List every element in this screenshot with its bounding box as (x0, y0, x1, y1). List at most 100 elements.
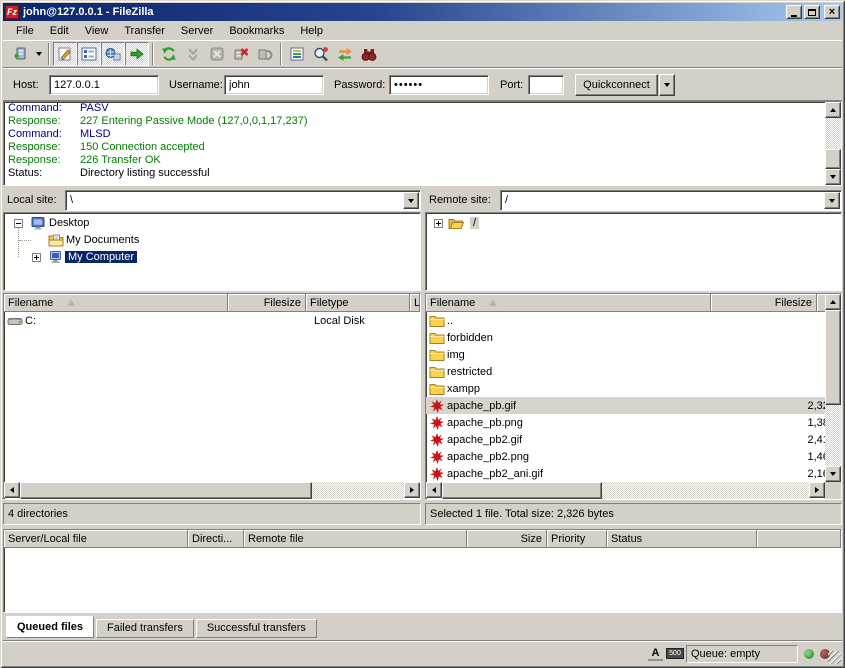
menu-server[interactable]: Server (173, 23, 221, 39)
host-input[interactable] (49, 75, 159, 95)
file-row[interactable]: apache_pb2_ani.gif2,160 (426, 465, 841, 482)
tree-item-desktop[interactable]: Desktop (4, 215, 420, 232)
file-row-c-drive[interactable]: C: Local Disk (4, 312, 420, 329)
column-header-server-local-file[interactable]: Server/Local file (4, 530, 188, 548)
disconnect-icon (233, 46, 249, 62)
close-button[interactable]: × (824, 5, 840, 19)
username-input[interactable] (224, 75, 324, 95)
site-manager-dropdown[interactable] (32, 42, 45, 66)
file-row[interactable]: apache_pb2.gif2,414 (426, 431, 841, 448)
menu-help[interactable]: Help (292, 23, 331, 39)
file-name: C: (25, 315, 230, 327)
toggle-local-tree-button[interactable] (77, 42, 101, 66)
menu-file[interactable]: File (8, 23, 42, 39)
queue-tabs: Queued files Failed transfers Successful… (6, 616, 317, 638)
compare-directories-button[interactable] (309, 42, 333, 66)
folder-row[interactable]: restricted (426, 363, 841, 380)
cancel-button[interactable] (205, 42, 229, 66)
scroll-right-button[interactable] (404, 482, 420, 498)
process-queue-icon (185, 46, 201, 62)
tab-queued-files[interactable]: Queued files (6, 616, 94, 638)
tab-failed-transfers[interactable]: Failed transfers (96, 619, 194, 638)
folder-row[interactable]: xampp (426, 380, 841, 397)
column-header-direction[interactable]: Directi... (188, 530, 244, 548)
scroll-down-button[interactable] (825, 169, 841, 185)
file-row-selected[interactable]: apache_pb.gif2,326 (426, 397, 841, 414)
scroll-left-button[interactable] (4, 482, 20, 498)
column-header-status[interactable]: Status (607, 530, 757, 548)
toggle-transfer-queue-button[interactable] (125, 42, 149, 66)
quickconnect-dropdown[interactable] (659, 74, 675, 96)
remote-site-combo[interactable]: / (500, 190, 842, 211)
column-header-filesize[interactable]: Filesize (228, 294, 306, 312)
refresh-button[interactable] (157, 42, 181, 66)
queue-status-text: Queue: empty (691, 648, 760, 660)
port-input[interactable] (528, 75, 564, 95)
queue-status-panel: Queue: empty (686, 645, 798, 663)
column-header-last-modified[interactable]: L (410, 294, 420, 312)
local-file-list: Filename Filesize Filetype L C: Local Di… (3, 293, 421, 500)
ascii-data-type-icon[interactable]: A (648, 646, 663, 661)
column-header-filename[interactable]: Filename (4, 294, 228, 312)
scroll-right-button[interactable] (809, 482, 825, 498)
scroll-left-button[interactable] (426, 482, 442, 498)
reconnect-button[interactable] (253, 42, 277, 66)
maximize-icon (808, 9, 816, 16)
local-list-hscrollbar[interactable] (4, 482, 420, 499)
resize-grip[interactable] (828, 651, 841, 664)
scroll-thumb[interactable] (442, 482, 602, 499)
column-header-size[interactable]: Size (467, 530, 547, 548)
filter-icon (289, 46, 305, 62)
folder-row[interactable]: forbidden (426, 329, 841, 346)
disconnect-button[interactable] (229, 42, 253, 66)
scroll-up-button[interactable] (825, 294, 841, 310)
expand-expander[interactable] (434, 219, 443, 228)
expand-expander[interactable] (32, 253, 41, 262)
quickconnect-button[interactable]: Quickconnect (575, 74, 658, 96)
speed-limit-icon[interactable]: 500 (666, 648, 684, 659)
menu-bookmarks[interactable]: Bookmarks (221, 23, 292, 39)
scroll-up-button[interactable] (825, 102, 841, 118)
remote-list-hscrollbar[interactable] (426, 482, 825, 499)
tree-item-root[interactable]: / (426, 215, 841, 232)
tree-item-my-computer[interactable]: My Computer (4, 249, 420, 266)
tree-item-my-documents[interactable]: My Documents (4, 232, 420, 249)
site-manager-button[interactable] (8, 42, 32, 66)
menu-view[interactable]: View (77, 23, 117, 39)
column-header-filesize[interactable]: Filesize (711, 294, 817, 312)
scroll-thumb[interactable] (825, 149, 841, 169)
scroll-thumb[interactable] (20, 482, 312, 499)
column-header-filetype[interactable]: Filetype (306, 294, 410, 312)
scroll-down-button[interactable] (825, 466, 841, 482)
tab-successful-transfers[interactable]: Successful transfers (196, 619, 317, 638)
process-queue-button[interactable] (181, 42, 205, 66)
scroll-track[interactable] (442, 482, 809, 499)
password-input[interactable] (389, 75, 489, 95)
remote-list-vscrollbar[interactable] (825, 294, 841, 482)
maximize-button[interactable] (804, 5, 820, 19)
scroll-track[interactable] (20, 482, 404, 499)
column-header-priority[interactable]: Priority (547, 530, 607, 548)
combo-dropdown-button[interactable] (403, 192, 419, 209)
folder-row[interactable]: .. (426, 312, 841, 329)
find-files-button[interactable] (357, 42, 381, 66)
menu-edit[interactable]: Edit (42, 23, 77, 39)
folder-row[interactable]: img (426, 346, 841, 363)
synchronized-browsing-button[interactable] (333, 42, 357, 66)
toggle-remote-tree-button[interactable] (101, 42, 125, 66)
column-header-filename[interactable]: Filename (426, 294, 711, 312)
combo-dropdown-button[interactable] (824, 192, 840, 209)
log-scrollbar[interactable] (825, 102, 841, 185)
column-header-remote-file[interactable]: Remote file (244, 530, 467, 548)
collapse-expander[interactable] (14, 219, 23, 228)
scroll-thumb[interactable] (825, 310, 841, 405)
app-icon: Fz (5, 5, 19, 19)
file-row[interactable]: apache_pb2.png1,463 (426, 448, 841, 465)
minimize-button[interactable] (786, 5, 802, 19)
menu-transfer[interactable]: Transfer (116, 23, 173, 39)
filter-button[interactable] (285, 42, 309, 66)
toggle-message-log-button[interactable] (53, 42, 77, 66)
file-row[interactable]: apache_pb.png1,385 (426, 414, 841, 431)
local-site-combo[interactable]: \ (65, 190, 421, 211)
log-line: Response:150 Connection accepted (4, 141, 841, 154)
